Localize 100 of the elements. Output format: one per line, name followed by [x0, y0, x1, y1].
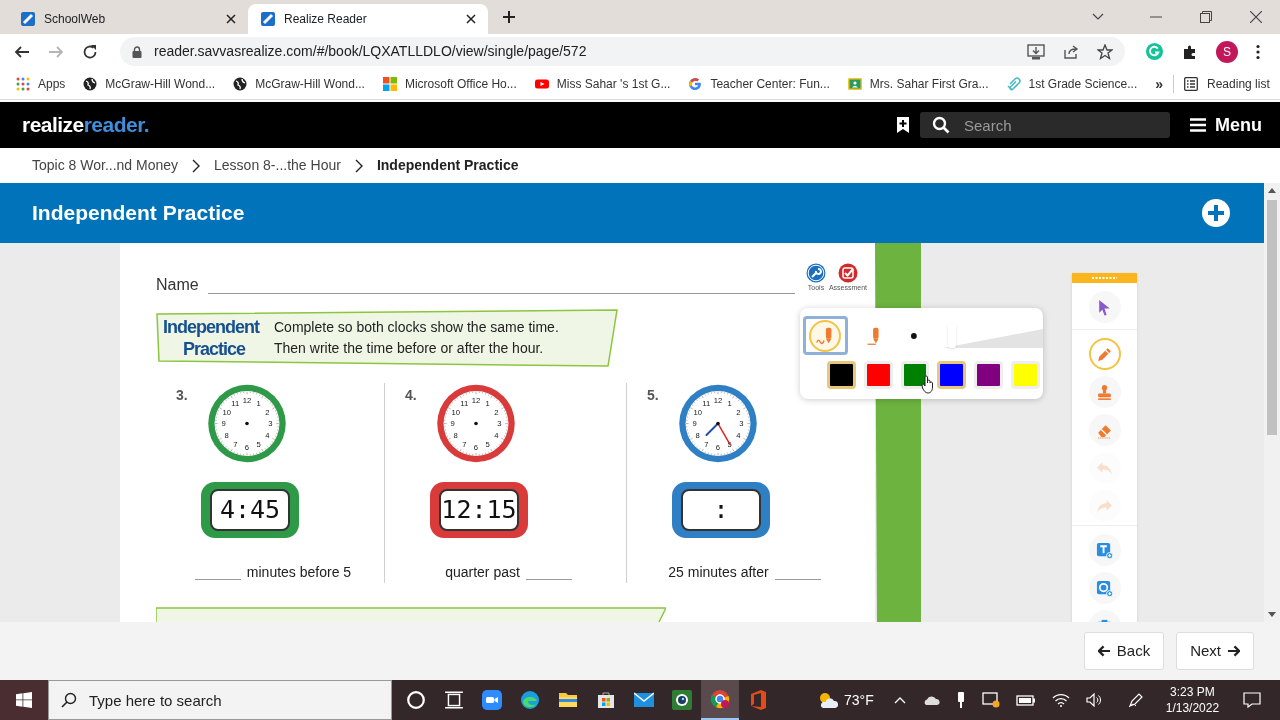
breadcrumb-link[interactable]: Lesson 8-...the Hour — [214, 155, 341, 176]
breadcrumb-link[interactable]: Topic 8 Wor...nd Money — [32, 155, 179, 176]
wrench-icon[interactable] — [806, 263, 826, 283]
new-tab-icon[interactable] — [503, 11, 515, 23]
site-icon — [260, 11, 276, 27]
apps-grid-icon — [16, 77, 30, 91]
folder-icon — [558, 690, 578, 710]
arrow-right-icon — [1227, 645, 1240, 657]
badge-title: Practice — [182, 338, 246, 360]
task-view-icon — [444, 690, 464, 710]
speaker-icon[interactable] — [1085, 693, 1102, 707]
wifi-icon[interactable] — [1051, 693, 1070, 707]
bookmark-link[interactable]: Apps — [16, 75, 66, 93]
clock-hands — [705, 421, 731, 446]
next-button[interactable]: Next — [1176, 632, 1254, 670]
g-logo-icon — [688, 77, 703, 91]
clock-display: : — [681, 489, 761, 532]
browser-swirl-icon — [520, 690, 540, 710]
profile-avatar[interactable]: S — [1216, 40, 1238, 63]
envelope-icon — [634, 690, 654, 710]
caption-text: minutes before 5 — [246, 563, 352, 582]
menu-icon — [1190, 118, 1206, 132]
globe-icon — [233, 77, 248, 91]
scroll-thumb[interactable] — [1267, 200, 1277, 435]
pen-icon[interactable] — [1127, 692, 1144, 708]
search-field[interactable]: Search — [920, 112, 1170, 138]
problem-number: 4. — [405, 386, 417, 405]
problem-number: 5. — [647, 386, 659, 405]
breadcrumb-link[interactable]: Independent Practice — [376, 155, 519, 176]
close-icon[interactable] — [226, 14, 236, 24]
bookmark-link[interactable]: Mrs. Sahar First Gra... — [847, 75, 989, 93]
list-icon — [1184, 77, 1199, 91]
bookmark-link[interactable]: Miss Sahar 's 1st G... — [534, 75, 671, 93]
address-bar[interactable]: reader.savvasrealize.com/#/book/LQXATLLDLO/view/single/page/572 — [120, 37, 1125, 66]
problem-number: 3. — [176, 386, 188, 405]
office-logo-icon — [748, 690, 768, 710]
bookmark-link[interactable]: Microsoft Office Ho... — [382, 75, 517, 93]
start-button[interactable] — [0, 680, 48, 720]
classroom-icon — [847, 77, 862, 91]
battery-icon[interactable] — [1015, 694, 1036, 706]
webcam-icon — [672, 690, 692, 710]
color-swatch[interactable] — [827, 361, 856, 389]
share-icon[interactable] — [1063, 43, 1079, 60]
reading-list-button[interactable]: Reading list — [1184, 75, 1270, 93]
chevron-icon — [192, 158, 201, 173]
hand-cursor-icon — [921, 374, 935, 394]
round-browser-icon — [710, 689, 730, 709]
caption-text: 25 minutes after — [668, 563, 769, 582]
drag-handle[interactable] — [1072, 273, 1137, 283]
globe-icon — [83, 77, 98, 91]
bookmark-link[interactable]: Teacher Center: Fun... — [688, 75, 830, 93]
checkmark-icon[interactable] — [838, 263, 858, 283]
size-dot-icon — [910, 331, 919, 340]
browser-tab[interactable]: SchoolWeb — [8, 4, 248, 34]
caret-up-icon[interactable] — [893, 696, 906, 704]
notification-icon[interactable] — [1243, 692, 1262, 708]
restore-icon[interactable] — [1200, 11, 1212, 23]
sun-cloud-icon — [817, 691, 839, 709]
scrollbar[interactable] — [1264, 183, 1280, 622]
clock-button[interactable]: 3:23 PM 1/13/2022 — [1165, 684, 1220, 716]
weather-widget[interactable]: 73°F — [817, 689, 874, 711]
bookmark-add-icon[interactable] — [896, 117, 910, 133]
search-icon — [61, 692, 77, 708]
reload-icon[interactable] — [82, 43, 98, 60]
pointer-icon — [1096, 298, 1113, 316]
site-icon — [20, 11, 36, 27]
close-icon[interactable] — [1250, 11, 1262, 23]
menu-button[interactable]: Menu — [1190, 111, 1262, 139]
name-label: Name — [156, 275, 199, 295]
taskbar-search-field[interactable]: Type here to search — [48, 680, 392, 720]
caption-text: quarter past — [445, 563, 520, 582]
add-icon[interactable] — [1202, 199, 1230, 227]
browser-tab[interactable]: Realize Reader — [248, 4, 488, 34]
color-swatch[interactable] — [937, 361, 967, 389]
usb-icon[interactable] — [955, 691, 966, 709]
scroll-up-icon[interactable] — [1268, 188, 1276, 193]
pencil-icon — [1096, 345, 1113, 363]
scroll-down-icon[interactable] — [1268, 612, 1276, 617]
instruction-text: Complete so both clocks show the same time. — [274, 318, 559, 337]
tab-search-icon[interactable] — [1092, 13, 1104, 21]
pen-type-button[interactable] — [803, 316, 848, 355]
back-icon[interactable] — [14, 43, 30, 60]
menu-icon[interactable] — [1256, 43, 1260, 60]
more-bookmarks-button[interactable]: » — [1155, 73, 1164, 95]
add-text-icon — [1096, 541, 1113, 559]
lock-icon — [132, 45, 142, 58]
clock-display: 12:15 — [439, 489, 519, 532]
bookmark-link[interactable]: McGraw-Hill Wond... — [83, 75, 216, 93]
back-button[interactable]: Back — [1083, 632, 1165, 670]
install-icon[interactable] — [1027, 43, 1045, 60]
bookmark-link[interactable]: 1st Grade Science... — [1006, 75, 1138, 93]
app-logo: realizereader. — [22, 112, 149, 139]
star-icon[interactable] — [1097, 43, 1113, 60]
close-icon[interactable] — [466, 14, 476, 24]
squares-icon — [382, 77, 397, 91]
bookmark-link[interactable]: McGraw-Hill Wond... — [233, 75, 365, 93]
puzzle-icon[interactable] — [1182, 43, 1198, 60]
slider-thumb[interactable] — [947, 323, 956, 348]
monitor-icon[interactable] — [981, 692, 1000, 708]
chevron-icon — [354, 158, 363, 173]
